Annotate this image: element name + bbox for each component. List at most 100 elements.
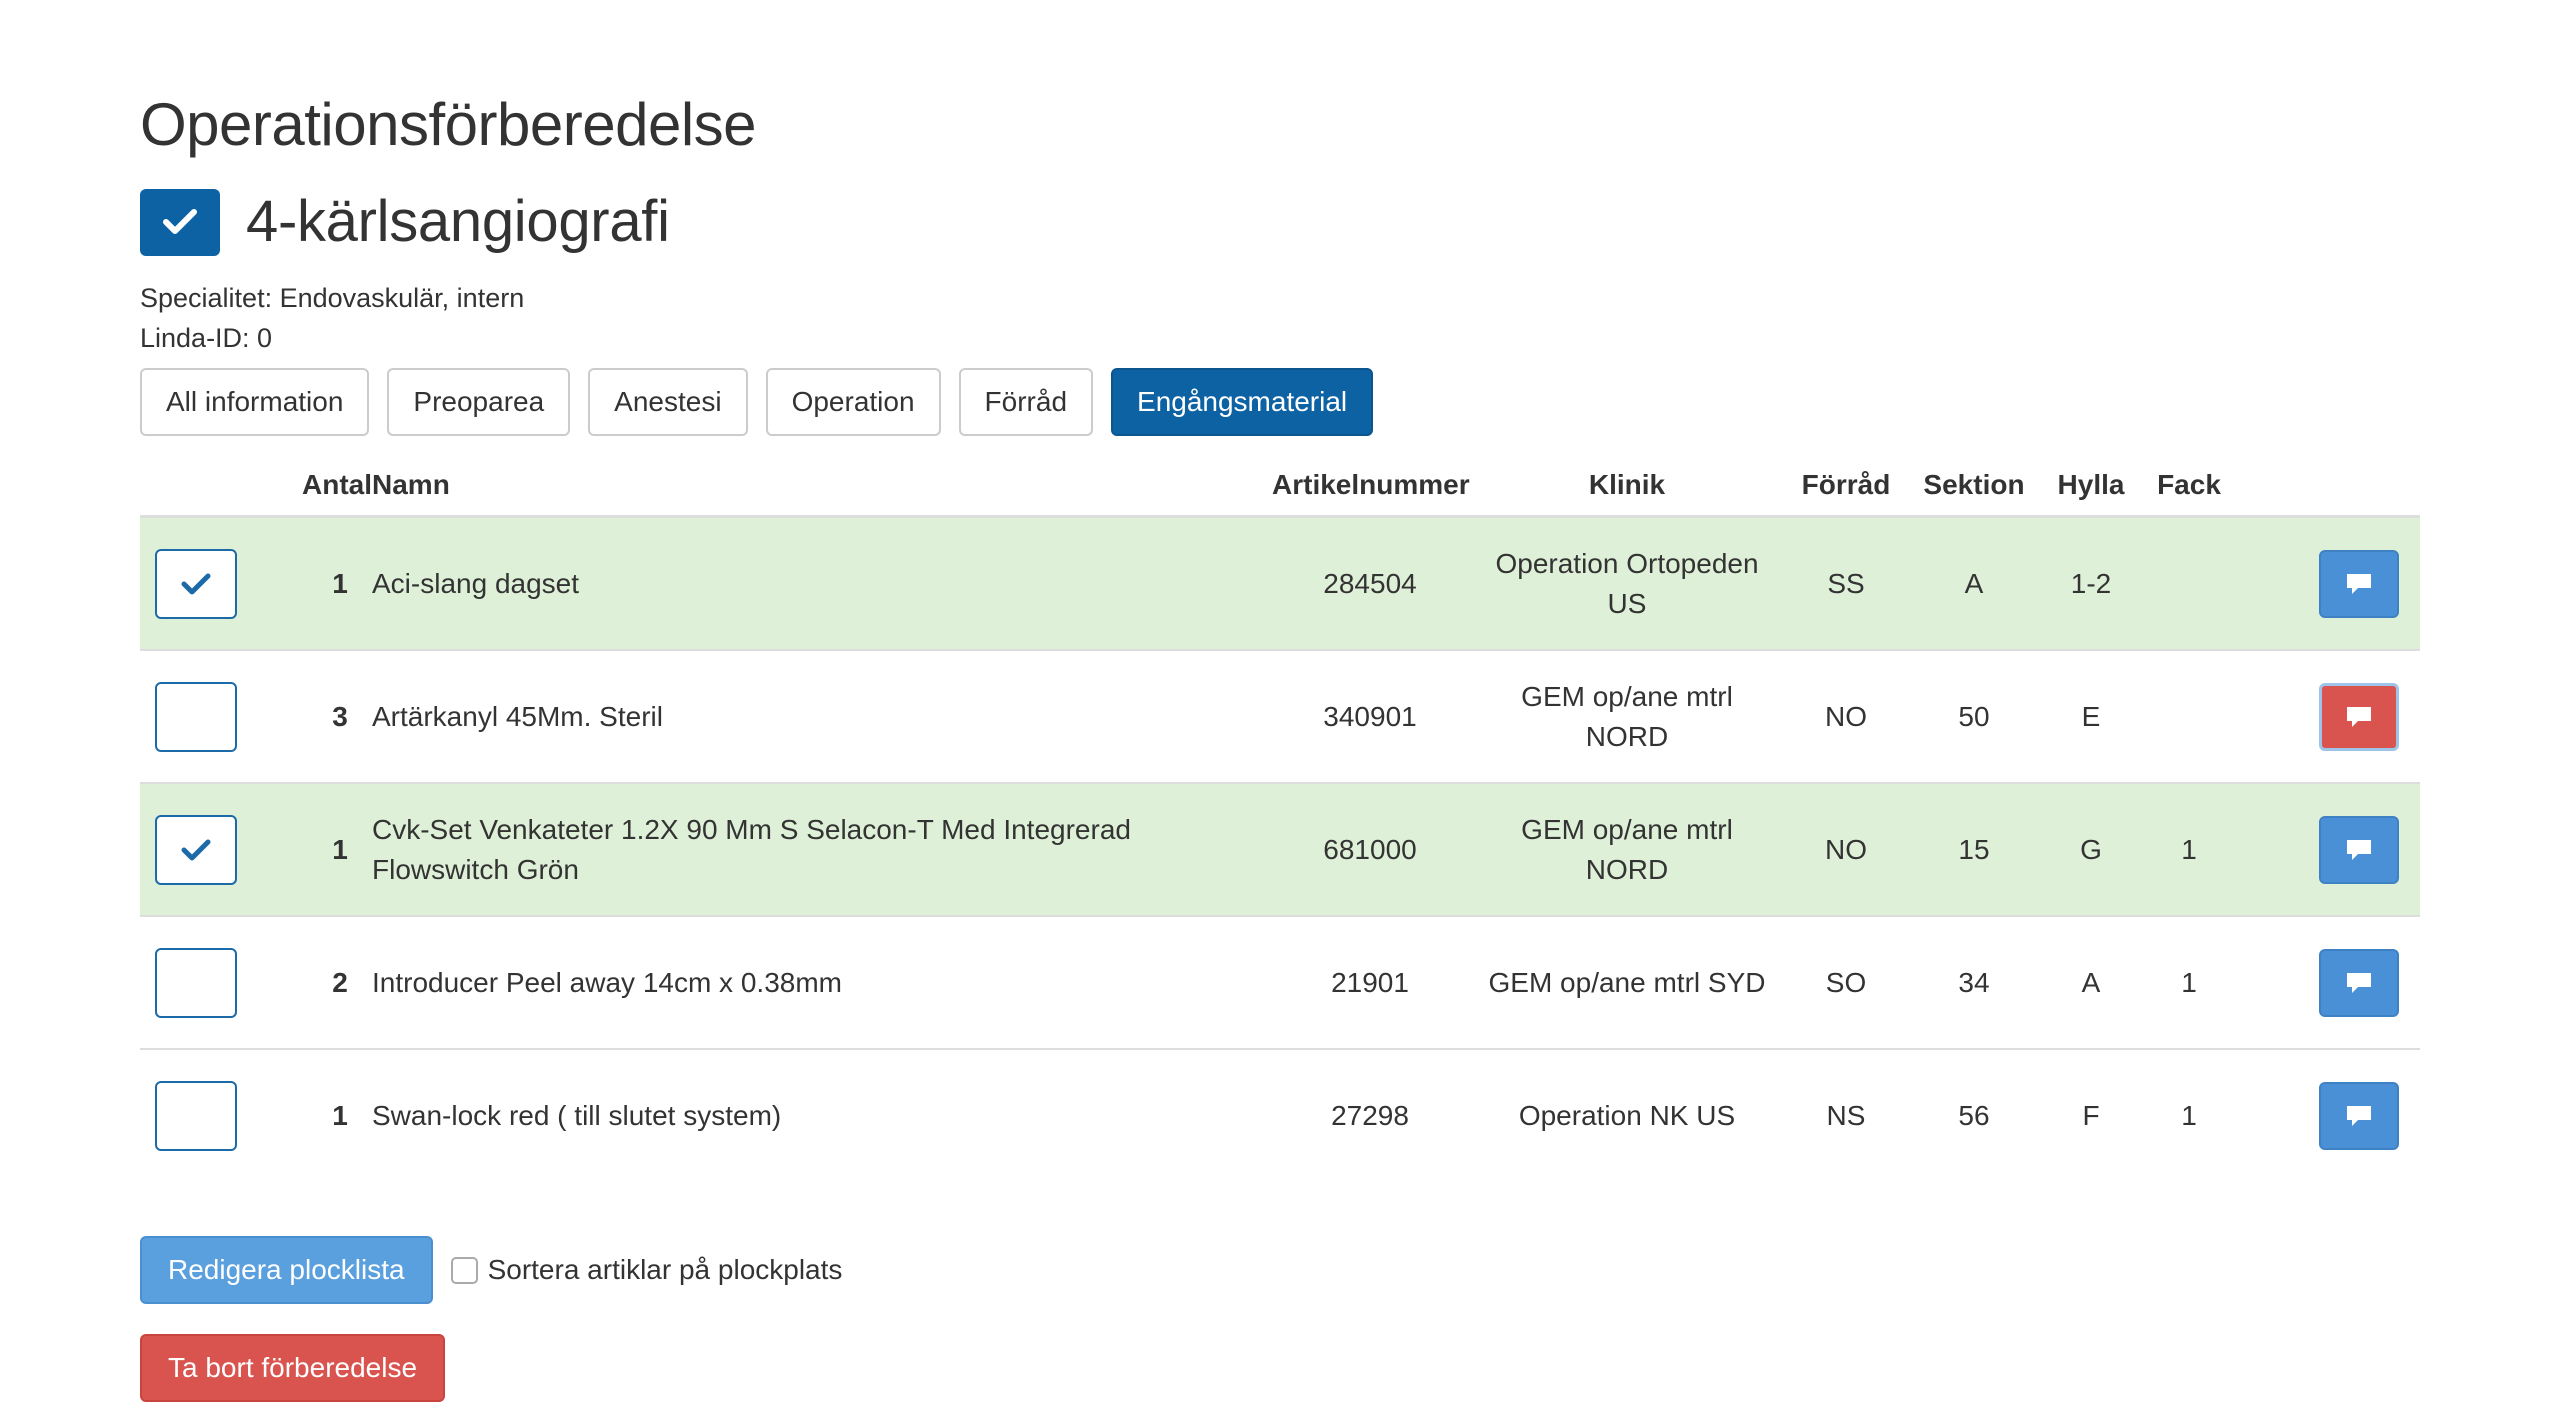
check-icon xyxy=(181,573,211,594)
hylla-cell: F xyxy=(2042,1048,2140,1181)
klinik-line: NORD xyxy=(1585,720,1669,752)
procedure-checkbox[interactable] xyxy=(140,188,220,256)
delete-preparation-button[interactable]: Ta bort förberedelse xyxy=(140,1334,446,1402)
antal-value: 1 xyxy=(332,567,348,599)
fack-cell xyxy=(2140,516,2238,650)
forrad-cell: NO xyxy=(1786,782,1906,916)
sektion-cell: 34 xyxy=(1906,915,2042,1049)
tab-bar: All information Preoparea Anestesi Opera… xyxy=(140,368,1391,436)
hylla-cell: E xyxy=(2042,649,2140,783)
comment-button[interactable] xyxy=(2319,682,2399,751)
comment-icon xyxy=(2347,839,2371,860)
hylla-cell: G xyxy=(2042,782,2140,916)
comment-icon xyxy=(2347,972,2371,993)
tab-forrad[interactable]: Förråd xyxy=(958,368,1094,436)
col-header-sektion: Sektion xyxy=(1906,455,2042,518)
sektion-cell: 50 xyxy=(1906,649,2042,783)
fack-cell: 1 xyxy=(2140,782,2238,916)
page: Operationsförberedelse 4-kärlsangiografi… xyxy=(140,0,2420,1422)
antal-value: 2 xyxy=(332,966,348,998)
hylla-cell: 1-2 xyxy=(2042,516,2140,650)
col-header-actions xyxy=(2238,455,2420,518)
comment-button[interactable] xyxy=(2319,948,2399,1017)
tab-preoparea[interactable]: Preoparea xyxy=(387,368,571,436)
row-checkbox[interactable] xyxy=(155,1080,237,1151)
artikelnummer-cell: 284504 xyxy=(1272,516,1468,650)
comment-icon xyxy=(2347,573,2371,594)
check-icon xyxy=(163,209,197,234)
action-cell xyxy=(2238,516,2420,650)
comment-button[interactable] xyxy=(2319,549,2399,618)
artikelnummer-cell: 681000 xyxy=(1272,782,1468,916)
col-header-check xyxy=(140,455,256,518)
fack-cell xyxy=(2140,649,2238,783)
namn-cell: Aci-slang dagset xyxy=(372,516,1272,650)
col-header-artikelnummer: Artikelnummer xyxy=(1272,455,1470,518)
forrad-cell: NO xyxy=(1786,649,1906,783)
klinik-cell: Operation NK US xyxy=(1468,1048,1786,1181)
col-header-hylla: Hylla xyxy=(2042,455,2140,518)
comment-icon xyxy=(2347,706,2371,727)
col-header-antal: Antal xyxy=(256,455,372,518)
table-row: 1 Aci-slang dagset 284504 Operation Orto… xyxy=(140,516,2420,650)
sektion-cell: A xyxy=(1906,516,2042,650)
row-checkbox[interactable] xyxy=(155,548,237,619)
fack-cell: 1 xyxy=(2140,1048,2238,1181)
klinik-line: Operation Ortopeden xyxy=(1495,547,1759,579)
picklist-table: Antal Namn Artikelnummer Klinik Förråd S… xyxy=(140,455,2420,1181)
row-checkbox[interactable] xyxy=(155,814,237,885)
row-check-cell xyxy=(140,649,256,783)
col-header-namn: Namn xyxy=(372,455,1272,518)
action-cell xyxy=(2238,649,2420,783)
namn-cell: Cvk-Set Venkateter 1.2X 90 Mm S Selacon-… xyxy=(372,782,1272,916)
page-title: Operationsförberedelse xyxy=(140,91,757,158)
action-cell xyxy=(2238,782,2420,916)
klinik-line: NORD xyxy=(1585,853,1669,885)
antal-cell: 1 xyxy=(256,516,372,650)
procedure-header: 4-kärlsangiografi xyxy=(140,186,670,258)
klinik-cell: GEM op/ane mtrl NORD xyxy=(1468,649,1786,783)
procedure-name: 4-kärlsangiografi xyxy=(246,189,670,254)
artikelnummer-cell: 340901 xyxy=(1272,649,1468,783)
comment-button[interactable] xyxy=(2319,815,2399,884)
sort-checkbox[interactable] xyxy=(450,1256,478,1284)
antal-cell: 2 xyxy=(256,915,372,1049)
col-header-antal-label: Antal xyxy=(302,469,372,500)
klinik-cell: Operation Ortopeden US xyxy=(1468,516,1786,650)
action-cell xyxy=(2238,1048,2420,1181)
klinik-line: GEM op/ane mtrl xyxy=(1521,680,1733,712)
table-header-row: Antal Namn Artikelnummer Klinik Förråd S… xyxy=(140,455,2420,518)
table-row: 3 Artärkanyl 45Mm. Steril 340901 GEM op/… xyxy=(140,649,2420,783)
tab-all-information[interactable]: All information xyxy=(140,368,370,436)
row-check-cell xyxy=(140,516,256,650)
klinik-line: US xyxy=(1607,587,1647,619)
check-icon xyxy=(181,839,211,860)
tab-engangsmaterial[interactable]: Engångsmaterial xyxy=(1111,368,1374,436)
specialty-text: Specialitet: Endovaskulär, intern xyxy=(140,283,525,313)
antal-value: 3 xyxy=(332,700,348,732)
row-checkbox[interactable] xyxy=(155,947,237,1018)
antal-value: 1 xyxy=(332,833,348,865)
tab-operation[interactable]: Operation xyxy=(765,368,941,436)
namn-cell: Artärkanyl 45Mm. Steril xyxy=(372,649,1272,783)
forrad-cell: NS xyxy=(1786,1048,1906,1181)
action-cell xyxy=(2238,915,2420,1049)
sektion-cell: 15 xyxy=(1906,782,2042,916)
comment-button[interactable] xyxy=(2319,1081,2399,1150)
sort-checkbox-label[interactable]: Sortera artiklar på plockplats xyxy=(488,1254,843,1286)
artikelnummer-cell: 27298 xyxy=(1272,1048,1468,1181)
row-check-cell xyxy=(140,915,256,1049)
col-header-klinik: Klinik xyxy=(1468,455,1786,518)
row-checkbox[interactable] xyxy=(155,681,237,752)
table-row: 2 Introducer Peel away 14cm x 0.38mm 219… xyxy=(140,915,2420,1049)
table-row: 1 Cvk-Set Venkateter 1.2X 90 Mm S Selaco… xyxy=(140,782,2420,916)
klinik-cell: GEM op/ane mtrl SYD xyxy=(1468,915,1786,1049)
artikelnummer-cell: 21901 xyxy=(1272,915,1468,1049)
edit-picklist-button[interactable]: Redigera plocklista xyxy=(140,1236,433,1304)
tab-anestesi[interactable]: Anestesi xyxy=(588,368,748,436)
namn-cell: Swan-lock red ( till slutet system) xyxy=(372,1048,1272,1181)
linda-id-text: Linda-ID: 0 xyxy=(140,323,273,353)
namn-cell: Introducer Peel away 14cm x 0.38mm xyxy=(372,915,1272,1049)
picklist-actions: Redigera plocklista Sortera artiklar på … xyxy=(140,1236,842,1304)
forrad-cell: SS xyxy=(1786,516,1906,650)
